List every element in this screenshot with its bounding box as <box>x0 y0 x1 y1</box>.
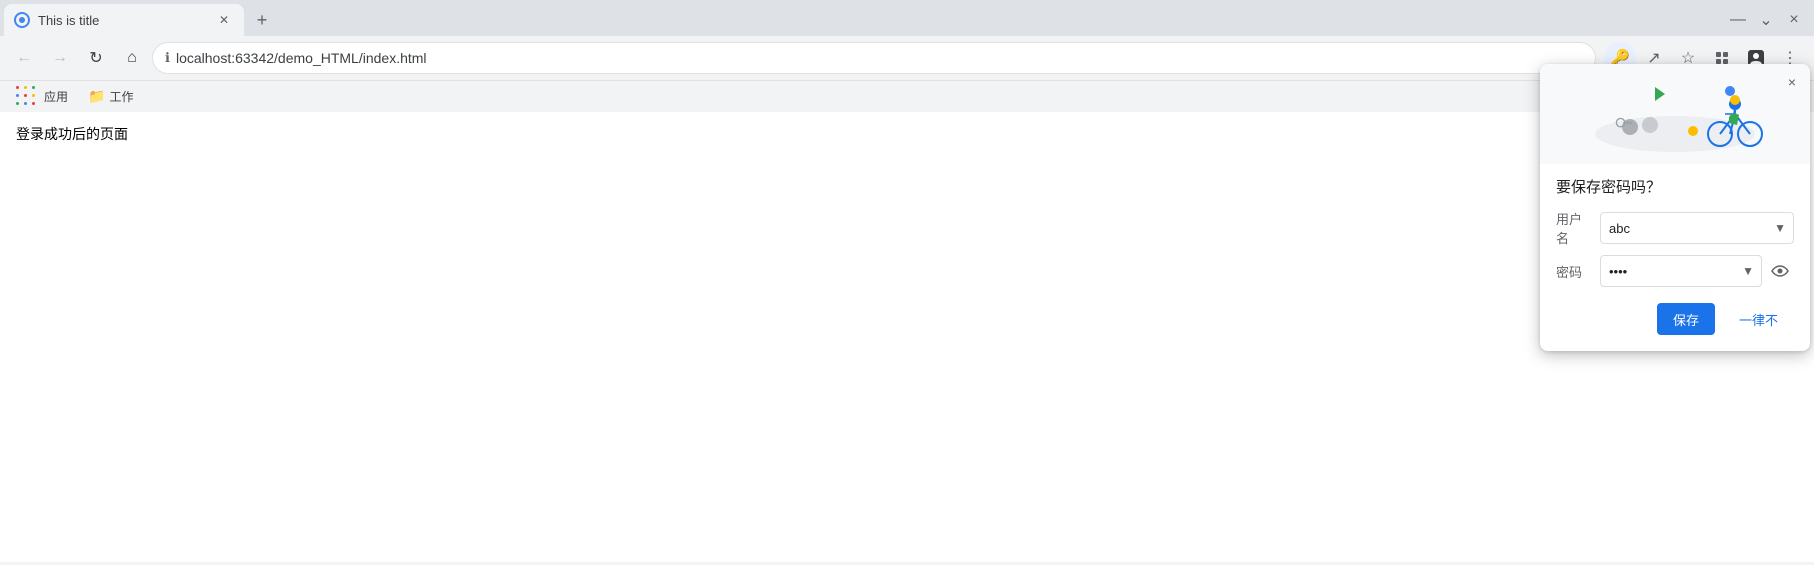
show-password-button[interactable] <box>1766 257 1794 285</box>
password-field: 密码 •••• ▼ <box>1556 255 1794 287</box>
never-button[interactable]: 一律不 <box>1723 303 1794 335</box>
dialog-title: 要保存密码吗？ <box>1556 176 1794 197</box>
address-text: localhost:63342/demo_HTML/index.html <box>176 50 1583 66</box>
window-maximize-button[interactable]: ⌄ <box>1754 8 1778 32</box>
window-minimize-button[interactable]: — <box>1726 8 1750 32</box>
back-button[interactable]: ← <box>8 42 40 74</box>
username-select[interactable]: abc <box>1600 212 1794 244</box>
dialog-body: 要保存密码吗？ 用户名 abc ▼ 密码 •••• ▼ <box>1540 164 1810 351</box>
username-select-wrap: abc ▼ <box>1600 212 1794 244</box>
password-select[interactable]: •••• <box>1600 255 1762 287</box>
username-field: 用户名 abc ▼ <box>1556 209 1794 247</box>
page-text: 登录成功后的页面 <box>16 126 128 142</box>
lock-icon: ℹ <box>165 50 170 66</box>
password-select-wrap: •••• ▼ <box>1600 255 1762 287</box>
apps-label: 应用 <box>44 88 68 105</box>
dialog-illustration <box>1575 69 1775 159</box>
forward-button[interactable]: → <box>44 42 76 74</box>
dialog-header: × <box>1540 64 1810 164</box>
new-tab-button[interactable]: + <box>248 6 276 34</box>
window-close-button[interactable]: × <box>1782 8 1806 32</box>
active-tab[interactable]: This is title ✕ <box>4 4 244 36</box>
apps-bookmark[interactable]: 应用 <box>8 82 76 112</box>
tab-bar: This is title ✕ + — ⌄ × <box>0 0 1814 36</box>
apps-grid-icon <box>16 86 38 108</box>
work-label: 工作 <box>109 88 133 105</box>
work-bookmark[interactable]: 📁 工作 <box>80 84 141 109</box>
password-label: 密码 <box>1556 262 1592 281</box>
dialog-actions: 保存 一律不 <box>1556 303 1794 335</box>
tab-title: This is title <box>38 13 206 28</box>
window-controls: — ⌄ × <box>1726 8 1814 36</box>
home-button[interactable]: ⌂ <box>116 42 148 74</box>
address-input[interactable]: ℹ localhost:63342/demo_HTML/index.html <box>152 42 1596 74</box>
save-button[interactable]: 保存 <box>1657 303 1715 335</box>
password-save-dialog: × <box>1540 64 1810 351</box>
dialog-close-button[interactable]: × <box>1780 70 1804 94</box>
reload-button[interactable]: ↻ <box>80 42 112 74</box>
tab-favicon <box>14 12 30 28</box>
close-tab-button[interactable]: ✕ <box>214 10 234 30</box>
username-label: 用户名 <box>1556 209 1592 247</box>
